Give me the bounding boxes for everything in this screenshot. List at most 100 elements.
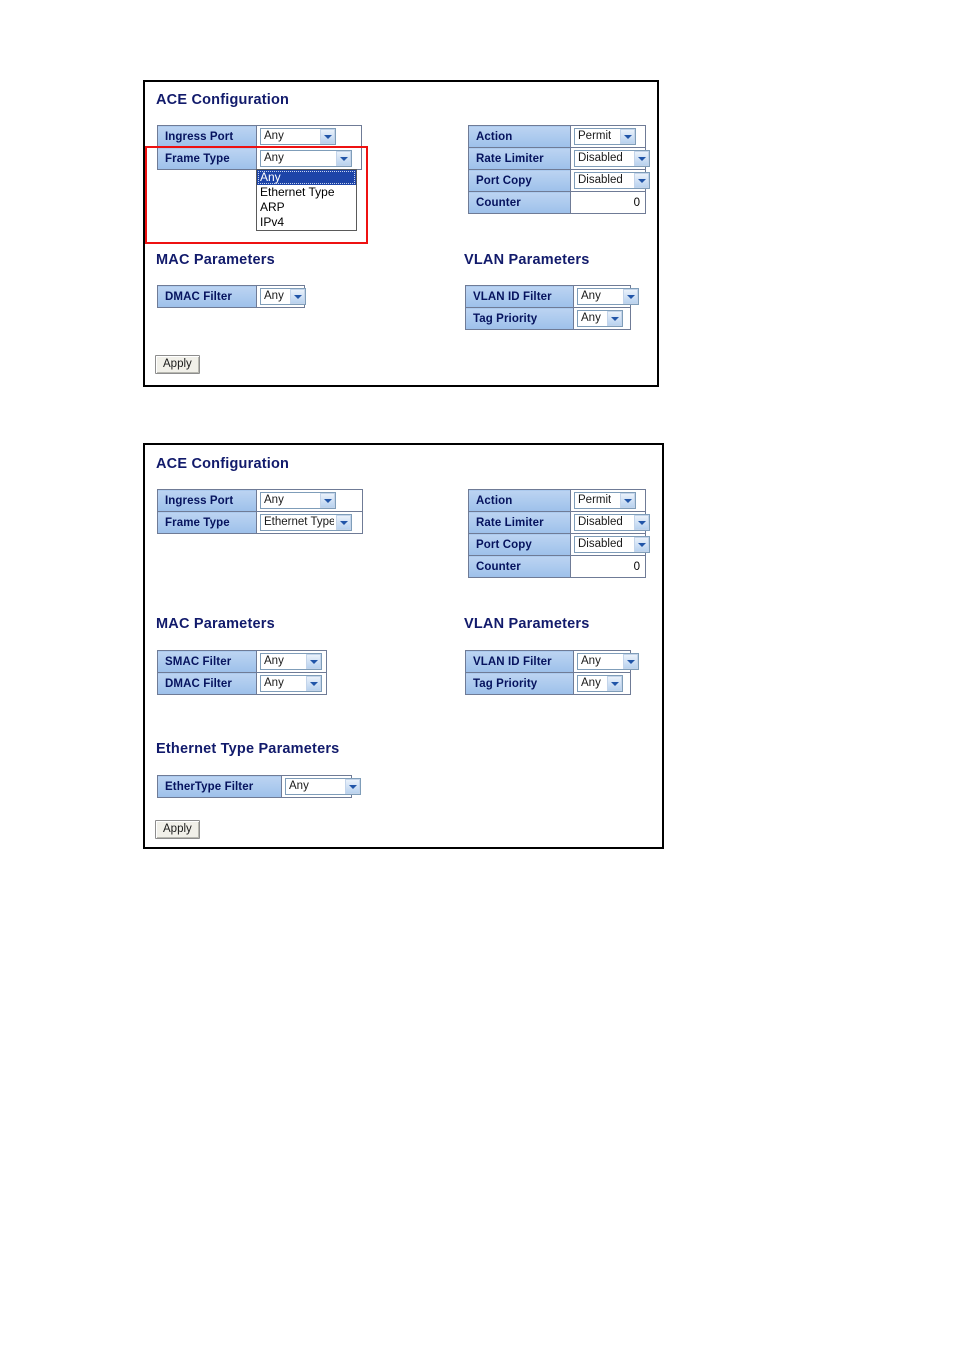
chevron-down-icon[interactable] <box>634 536 649 552</box>
action-select[interactable]: Permit <box>574 127 636 145</box>
frame-type-label: Frame Type <box>157 147 257 170</box>
rate-limiter-select[interactable]: Disabled <box>574 513 650 531</box>
dmac-filter-label: DMAC Filter <box>157 285 257 308</box>
rate-limiter-cell: Disabled <box>570 147 650 170</box>
chevron-down-icon[interactable] <box>620 128 635 144</box>
dropdown-option-ipv4[interactable]: IPv4 <box>257 215 356 230</box>
counter-label: Counter <box>468 191 571 214</box>
tag-priority-select[interactable]: Any <box>577 674 623 692</box>
frame-type-select[interactable]: Ethernet Type <box>260 513 352 531</box>
dropdown-option-ethernet-type[interactable]: Ethernet Type <box>257 185 356 200</box>
chevron-down-icon[interactable] <box>320 128 335 144</box>
chevron-down-icon[interactable] <box>620 492 635 508</box>
port-copy-select[interactable]: Disabled <box>574 171 650 189</box>
dmac-filter-select[interactable]: Any <box>260 287 306 305</box>
chevron-down-icon[interactable] <box>306 675 321 691</box>
vlan-parameters-heading: VLAN Parameters <box>464 616 590 632</box>
smac-filter-select[interactable]: Any <box>260 652 322 670</box>
ace-basic-table-1: Ingress Port Any Frame Type Any <box>157 125 362 170</box>
action-value: Permit <box>578 129 612 142</box>
table-row: Rate Limiter Disabled <box>468 147 650 170</box>
smac-filter-cell: Any <box>256 650 327 673</box>
vlan-id-filter-select[interactable]: Any <box>577 287 639 305</box>
ethertype-parameters-table: EtherType Filter Any <box>157 775 361 798</box>
port-copy-select[interactable]: Disabled <box>574 535 650 553</box>
mac-parameters-table-1: DMAC Filter Any <box>157 285 306 308</box>
port-copy-value: Disabled <box>578 173 623 186</box>
table-row: Counter 0 <box>468 191 646 214</box>
dmac-filter-value: Any <box>264 289 284 302</box>
vlan-id-filter-select[interactable]: Any <box>577 652 639 670</box>
rate-limiter-select[interactable]: Disabled <box>574 149 650 167</box>
tag-priority-label: Tag Priority <box>465 672 574 695</box>
frame-type-select[interactable]: Any <box>260 149 352 167</box>
vlan-id-filter-label: VLAN ID Filter <box>465 650 574 673</box>
vlan-parameters-table-2: VLAN ID Filter Any Tag Priority Any <box>465 650 639 695</box>
chevron-down-icon[interactable] <box>320 492 335 508</box>
chevron-down-icon[interactable] <box>607 310 622 326</box>
chevron-down-icon[interactable] <box>306 653 321 669</box>
vlan-id-filter-value: Any <box>581 654 601 667</box>
port-copy-cell: Disabled <box>570 169 650 192</box>
action-label: Action <box>468 125 571 148</box>
tag-priority-select[interactable]: Any <box>577 309 623 327</box>
tag-priority-label: Tag Priority <box>465 307 574 330</box>
dmac-filter-cell: Any <box>256 285 306 308</box>
vlan-parameters-table-1: VLAN ID Filter Any Tag Priority Any <box>465 285 639 330</box>
table-row: Frame Type Any <box>157 147 362 170</box>
tag-priority-cell: Any <box>573 672 631 695</box>
chevron-down-icon[interactable] <box>336 514 351 530</box>
ethertype-filter-cell: Any <box>281 775 361 798</box>
chevron-down-icon[interactable] <box>634 514 649 530</box>
table-row: Ingress Port Any <box>157 489 363 512</box>
chevron-down-icon[interactable] <box>634 172 649 188</box>
dropdown-option-arp[interactable]: ARP <box>257 200 356 215</box>
tag-priority-value: Any <box>581 311 601 324</box>
ethertype-filter-select[interactable]: Any <box>285 777 361 795</box>
port-copy-cell: Disabled <box>570 533 650 556</box>
vlan-parameters-heading: VLAN Parameters <box>464 252 590 268</box>
dropdown-option-any[interactable]: Any <box>257 170 356 185</box>
page-title: ACE Configuration <box>156 92 290 108</box>
table-row: Port Copy Disabled <box>468 169 650 192</box>
dmac-filter-select[interactable]: Any <box>260 674 322 692</box>
ethertype-filter-value: Any <box>289 779 309 792</box>
chevron-down-icon[interactable] <box>336 150 351 166</box>
action-table-2: Action Permit Rate Limiter Disabled Port… <box>468 489 650 578</box>
counter-value: 0 <box>570 191 646 214</box>
chevron-down-icon[interactable] <box>607 675 622 691</box>
table-row: Counter 0 <box>468 555 646 578</box>
ethernet-type-parameters-heading: Ethernet Type Parameters <box>156 741 340 757</box>
rate-limiter-label: Rate Limiter <box>468 511 571 534</box>
counter-label: Counter <box>468 555 571 578</box>
table-row: Ingress Port Any <box>157 125 362 148</box>
action-label: Action <box>468 489 571 512</box>
apply-button[interactable]: Apply <box>155 355 200 374</box>
mac-parameters-table-2: SMAC Filter Any DMAC Filter Any <box>157 650 327 695</box>
tag-priority-value: Any <box>581 676 601 689</box>
smac-filter-value: Any <box>264 654 284 667</box>
ace-basic-table-2: Ingress Port Any Frame Type Ethernet Typ… <box>157 489 363 534</box>
chevron-down-icon[interactable] <box>290 288 305 304</box>
chevron-down-icon[interactable] <box>634 150 649 166</box>
mac-parameters-heading: MAC Parameters <box>156 252 275 268</box>
counter-value: 0 <box>570 555 646 578</box>
action-select[interactable]: Permit <box>574 491 636 509</box>
ethertype-filter-label: EtherType Filter <box>157 775 282 798</box>
frame-type-dropdown-list[interactable]: Any Ethernet Type ARP IPv4 <box>256 169 357 231</box>
chevron-down-icon[interactable] <box>623 653 638 669</box>
ingress-port-select[interactable]: Any <box>260 491 336 509</box>
chevron-down-icon[interactable] <box>345 778 360 794</box>
dmac-filter-cell: Any <box>256 672 327 695</box>
ingress-port-value: Any <box>264 129 284 142</box>
frame-type-label: Frame Type <box>157 511 257 534</box>
ingress-port-select[interactable]: Any <box>260 127 336 145</box>
port-copy-label: Port Copy <box>468 533 571 556</box>
chevron-down-icon[interactable] <box>623 288 638 304</box>
apply-button[interactable]: Apply <box>155 820 200 839</box>
vlan-id-filter-cell: Any <box>573 650 639 673</box>
rate-limiter-cell: Disabled <box>570 511 650 534</box>
action-cell: Permit <box>570 489 646 512</box>
ingress-port-cell: Any <box>256 489 363 512</box>
ingress-port-cell: Any <box>256 125 362 148</box>
